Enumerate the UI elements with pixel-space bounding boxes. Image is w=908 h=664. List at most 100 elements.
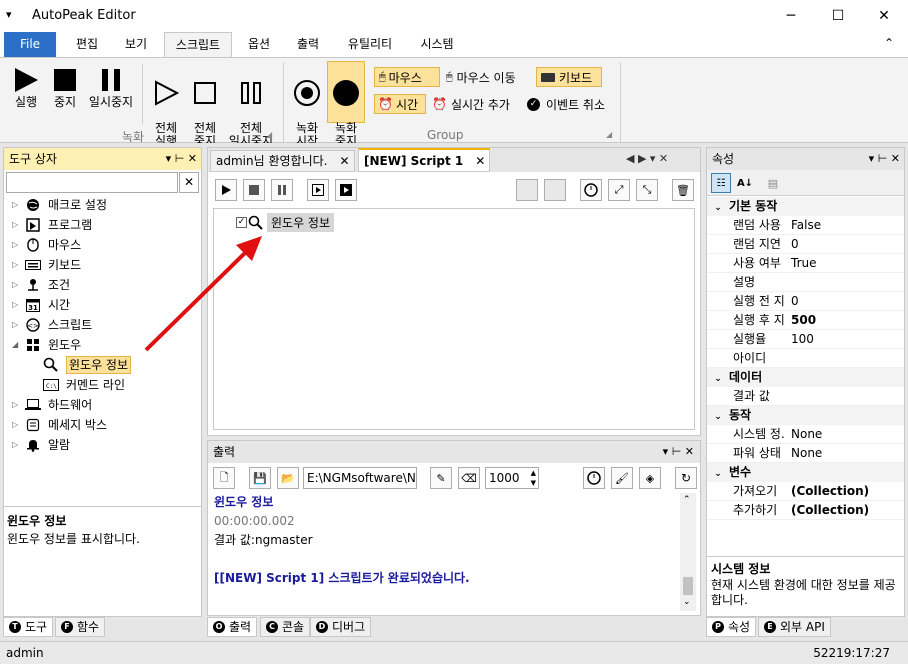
property-category[interactable]: ⌄ 변수 xyxy=(707,463,904,482)
script-canvas[interactable]: ✓ 윈도우 정보 xyxy=(213,208,695,430)
property-row[interactable]: 실행율 100 xyxy=(707,330,904,349)
scroll-thumb[interactable] xyxy=(683,577,693,595)
output-fill-button[interactable]: ◈ xyxy=(639,467,661,489)
tree-item-9[interactable]: C:\ 커멘드 라인 xyxy=(4,375,201,395)
close-tab-icon-2[interactable]: ✕ xyxy=(475,152,485,170)
expand-button[interactable]: ⤢ xyxy=(608,179,630,201)
record-stop-button[interactable]: 녹화 중지 xyxy=(327,61,365,148)
property-row[interactable]: 결과 값 xyxy=(707,387,904,406)
close-tab-icon[interactable]: ✕ xyxy=(339,152,349,170)
tree-item-11[interactable]: ▷ 메세지 박스 xyxy=(4,415,201,435)
property-value[interactable]: True xyxy=(791,254,817,272)
expand-arrow-icon[interactable]: ◢ xyxy=(12,335,24,355)
tree-item-5[interactable]: ▷ 31 시간 xyxy=(4,295,201,315)
property-row[interactable]: 가져오기 (Collection) xyxy=(707,482,904,501)
output-count-stepper[interactable]: 1000 ▲ ▼ xyxy=(485,467,539,489)
tab-welcome[interactable]: admin님 환영합니다. ✕ xyxy=(210,150,355,172)
property-row[interactable]: 아이디 xyxy=(707,349,904,368)
output-pane-controls[interactable]: ▾ ⊢ ✕ xyxy=(663,441,694,463)
expand-arrow-icon[interactable]: ▷ xyxy=(12,415,24,435)
tab-edit[interactable]: 편집 xyxy=(62,32,112,57)
expand-arrow-icon[interactable]: ▷ xyxy=(12,295,24,315)
window-menu-icon[interactable]: ▾ xyxy=(6,8,12,21)
script-run-button[interactable] xyxy=(215,179,237,201)
delete-button[interactable]: 🗑 xyxy=(672,179,694,201)
tab-output[interactable]: 출력 xyxy=(284,32,332,57)
tab-functions[interactable]: F 함수 xyxy=(55,617,106,637)
expand-arrow-icon[interactable]: ▷ xyxy=(12,235,24,255)
tree-item-10[interactable]: ▷ 하드웨어 xyxy=(4,395,201,415)
property-value[interactable]: 0 xyxy=(791,235,799,253)
mouse-move-toggle[interactable]: 🖱 마우스 이동 xyxy=(446,67,516,87)
property-value[interactable]: 0 xyxy=(791,292,799,310)
collapse-ribbon-icon[interactable]: ⌃ xyxy=(884,36,894,50)
property-row[interactable]: 랜덤 지연 0 xyxy=(707,235,904,254)
tab-console[interactable]: C 콘솔 xyxy=(260,617,311,637)
tree-item-3[interactable]: ▷ 키보드 xyxy=(4,255,201,275)
toolbox-pane-controls[interactable]: ▾ ⊢ ✕ xyxy=(166,148,197,170)
minimize-button[interactable]: ─ xyxy=(768,0,814,32)
property-value[interactable]: None xyxy=(791,444,822,462)
script-stop-button[interactable] xyxy=(243,179,265,201)
tab-output-log[interactable]: O 출력 xyxy=(207,617,258,637)
tree-item-1[interactable]: ▷ 프로그램 xyxy=(4,215,201,235)
property-row[interactable]: 랜덤 사용 False xyxy=(707,216,904,235)
output-scrollbar[interactable]: ⌃ ⌄ xyxy=(680,493,696,611)
tree-item-6[interactable]: ▷ <> 스크립트 xyxy=(4,315,201,335)
tab-external-api[interactable]: E 외부 API xyxy=(758,617,831,637)
pause-button[interactable]: 일시중지 xyxy=(84,64,138,109)
dialog-launcher-icon[interactable]: ◢ xyxy=(266,130,272,139)
blank-button-1[interactable] xyxy=(516,179,538,201)
output-brush-button[interactable]: 🖌 xyxy=(611,467,633,489)
expand-arrow-icon[interactable]: ▷ xyxy=(12,215,24,235)
categorized-button[interactable]: ☷ xyxy=(711,173,731,193)
scroll-down-icon[interactable]: ⌄ xyxy=(683,597,691,607)
expand-arrow-icon[interactable]: ▷ xyxy=(12,315,24,335)
step-button[interactable] xyxy=(307,179,329,201)
clock-button[interactable] xyxy=(580,179,602,201)
property-value[interactable]: False xyxy=(791,216,821,234)
tree-item-12[interactable]: ▷ 알람 xyxy=(4,435,201,455)
clear-search-button[interactable]: ✕ xyxy=(179,172,199,193)
property-row[interactable]: 시스템 정. None xyxy=(707,425,904,444)
editor-nav-controls[interactable]: ◀ ▶ ▾ ✕ xyxy=(626,152,668,165)
output-filter-button[interactable]: ✎ xyxy=(430,467,452,489)
keyboard-toggle[interactable]: 키보드 xyxy=(536,67,602,87)
output-path-field[interactable]: E:\NGMsoftware\NG xyxy=(303,467,417,489)
tab-script[interactable]: 스크립트 xyxy=(164,32,232,57)
scroll-up-icon[interactable]: ⌃ xyxy=(683,495,691,505)
output-erase-button[interactable]: ⌫ xyxy=(458,467,480,489)
dialog-launcher-icon-2[interactable]: ◢ xyxy=(606,130,612,139)
close-button[interactable]: ✕ xyxy=(861,0,907,32)
realtime-add-toggle[interactable]: ⏰ 실시간 추가 xyxy=(432,94,510,114)
property-row[interactable]: 실행 전 지 0 xyxy=(707,292,904,311)
expand-arrow-icon[interactable]: ▷ xyxy=(12,195,24,215)
expand-arrow-icon[interactable]: ▷ xyxy=(12,275,24,295)
property-row[interactable]: 실행 후 지 500 xyxy=(707,311,904,330)
tab-script-1[interactable]: [NEW] Script 1 ✕ xyxy=(358,148,491,172)
blank-button-2[interactable] xyxy=(544,179,566,201)
tree-item-4[interactable]: ▷ 조건 xyxy=(4,275,201,295)
script-pause-button[interactable] xyxy=(271,179,293,201)
tree-item-7[interactable]: ◢ 윈도우 xyxy=(4,335,201,355)
stop-button[interactable]: 중지 xyxy=(46,64,84,109)
tab-file[interactable]: File xyxy=(4,32,56,57)
output-file-button[interactable]: 🗋 xyxy=(213,467,235,489)
tab-debug[interactable]: D 디버그 xyxy=(310,617,372,637)
property-row[interactable]: 설명 xyxy=(707,273,904,292)
property-value[interactable]: 100 xyxy=(791,330,814,348)
tab-tools[interactable]: T 도구 xyxy=(3,617,54,637)
property-category[interactable]: ⌄ 동작 xyxy=(707,406,904,425)
run-from-button[interactable] xyxy=(335,179,357,201)
property-row[interactable]: 추가하기 (Collection) xyxy=(707,501,904,520)
stepper-arrows-icon[interactable]: ▲ ▼ xyxy=(531,468,536,488)
output-clock-button[interactable] xyxy=(583,467,605,489)
tab-properties[interactable]: P 속성 xyxy=(706,617,757,637)
time-toggle[interactable]: ⏰ 시간 xyxy=(374,94,426,114)
expand-arrow-icon[interactable]: ▷ xyxy=(12,395,24,415)
alphabetical-button[interactable]: A↓ xyxy=(735,173,755,193)
property-category[interactable]: ⌄ 데이터 xyxy=(707,368,904,387)
output-refresh-button[interactable]: ↻ xyxy=(675,467,697,489)
node-checkbox[interactable]: ✓ xyxy=(236,217,247,228)
run-button[interactable]: 실행 xyxy=(6,64,46,109)
